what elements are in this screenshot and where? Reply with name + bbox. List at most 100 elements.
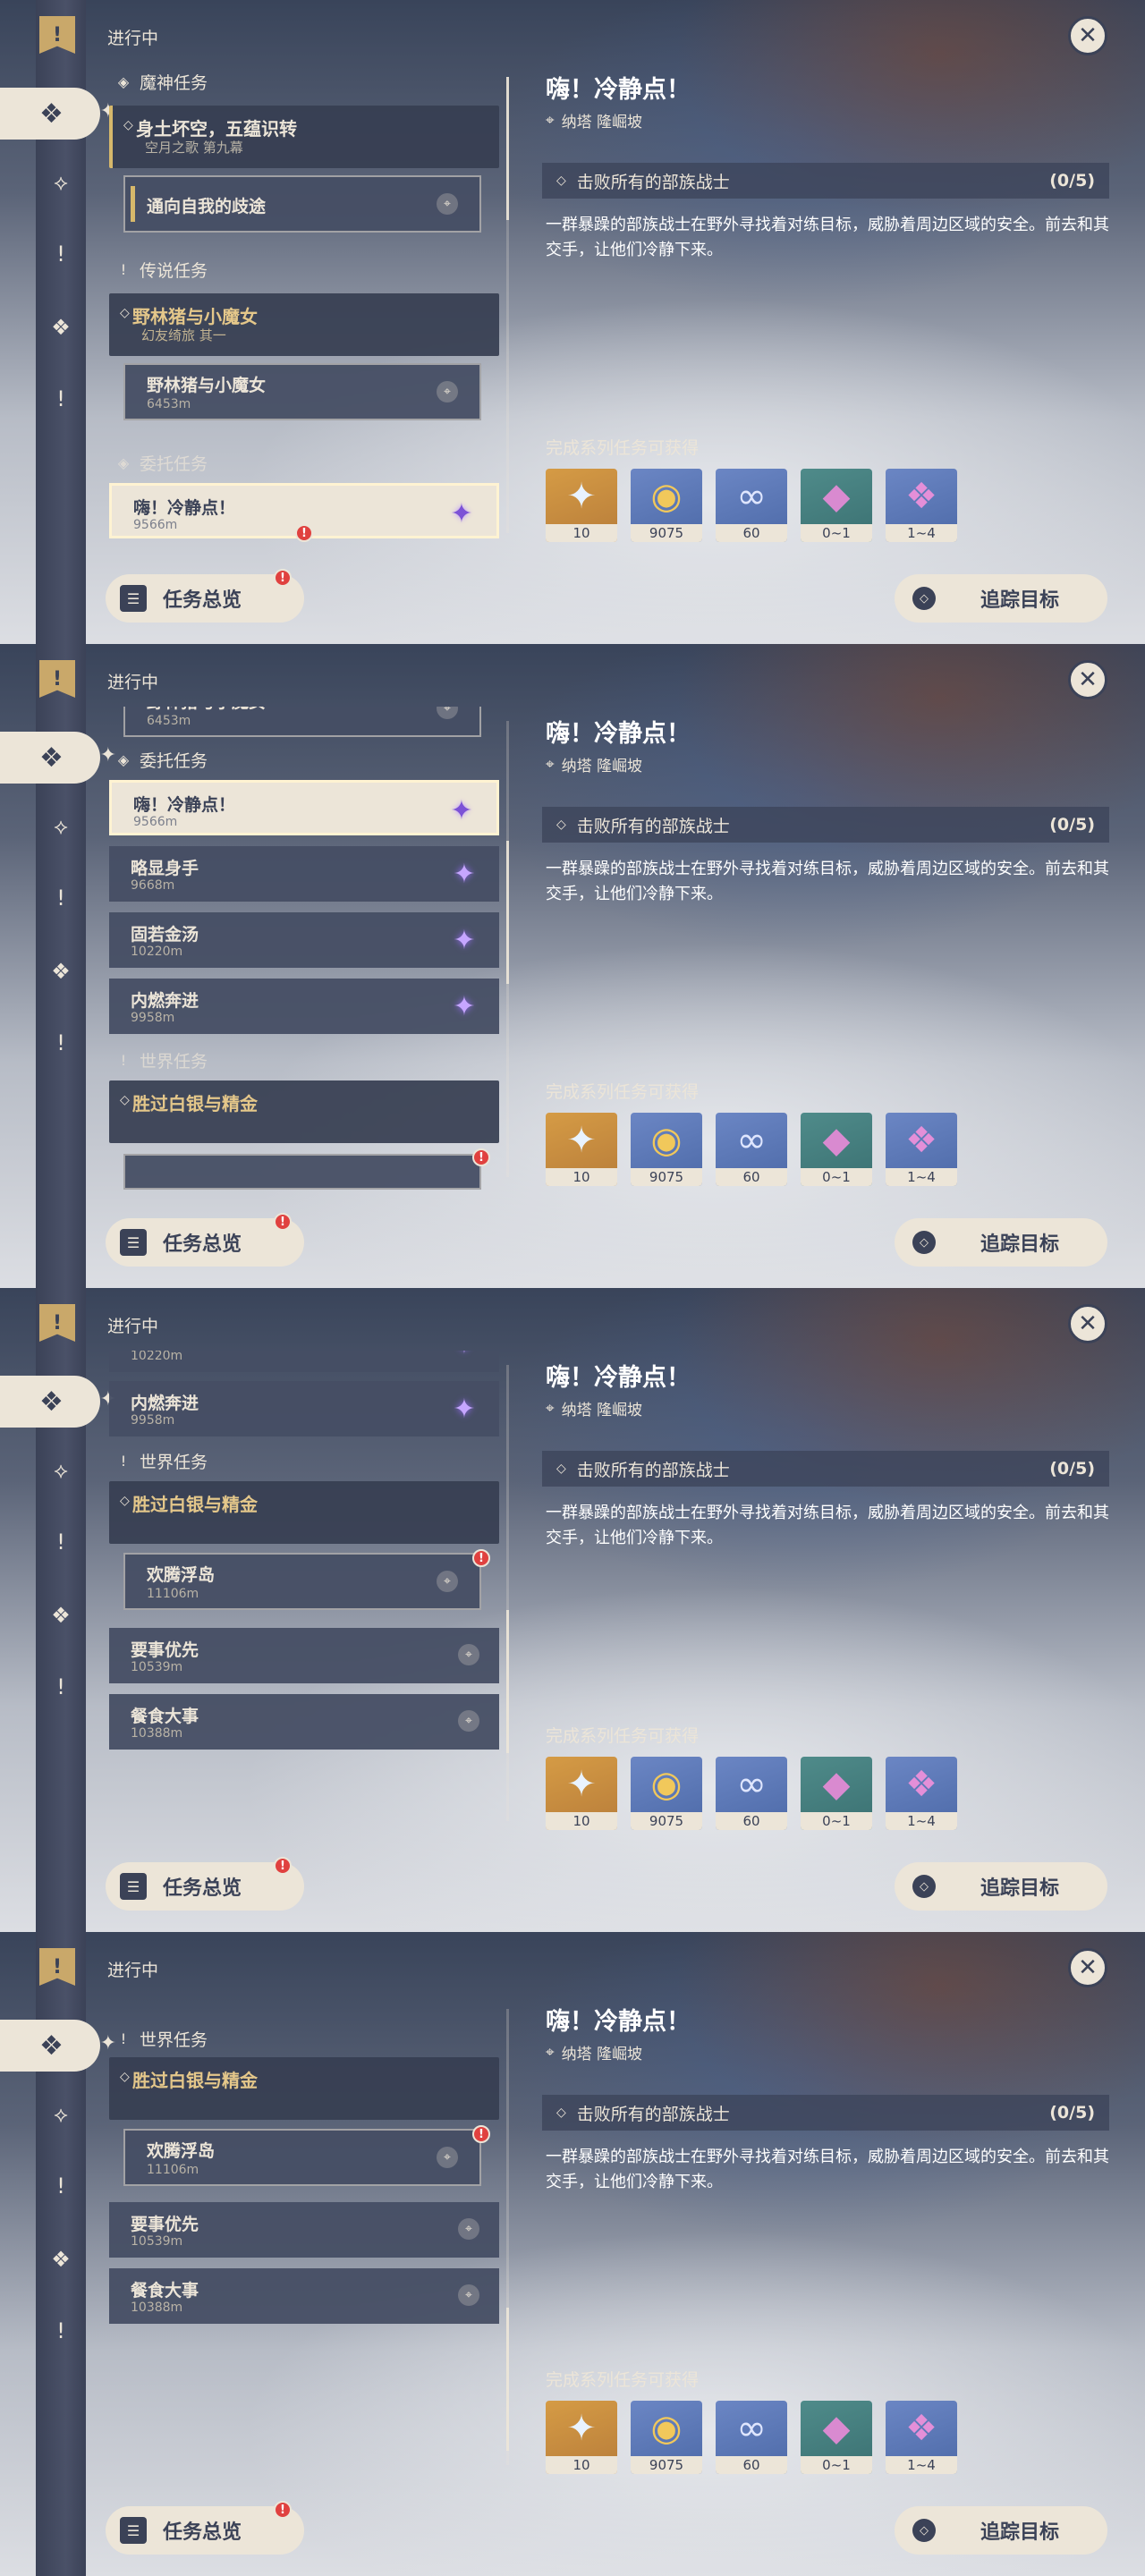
reward-adventure-exp[interactable]: ∞ 60 [716,1113,787,1186]
quest-overview-button[interactable]: ☰ 任务总览! [106,1213,304,1267]
reward-title: 完成系列任务可获得 [546,2370,700,2390]
reward-adventure-exp[interactable]: ∞ 60 [716,469,787,542]
track-target-button[interactable]: ◇ 追踪目标 [895,1218,1107,1267]
rail-tab-event[interactable]: ! [41,1023,81,1063]
close-button[interactable]: ✕ [1068,660,1107,699]
quest-step-legend[interactable]: 野林猪与小魔女 6453m ⌖ [123,707,481,737]
rail-tab-world[interactable]: ❖ [41,308,81,347]
rail-tab-event[interactable]: ! [41,1667,81,1707]
rail-tab-archon[interactable]: ⟡ [41,163,81,202]
scrollbar-thumb[interactable] [506,2308,509,2451]
rail-tab-commission[interactable]: ❖ ✦ [0,1376,116,1428]
quest-overview-button[interactable]: ☰ 任务总览! [106,569,304,623]
quest-world-main[interactable]: ◇ 胜过白银与精金 [109,1080,499,1143]
rail-tab-story[interactable]: ! [41,1522,81,1562]
rail-tab-story[interactable]: ! [41,2166,81,2206]
rail-tab-commission[interactable]: ❖ ✦ [0,88,116,140]
scrollbar-thumb[interactable] [506,1610,509,1753]
map-pin-icon[interactable]: ⌖ [437,2147,458,2168]
reward-crystal-cluster[interactable]: ❖ 1~4 [886,1113,957,1186]
quest-overview-button[interactable]: ☰ 任务总览! [106,2501,304,2555]
rail-tab-archon[interactable]: ⟡ [41,2095,81,2134]
quest-commission-3[interactable]: 固若金汤 10220m ✦ [109,1351,499,1372]
reward-primogem[interactable]: ✦ 10 [546,1757,617,1830]
crystal-cluster-icon: ❖ [905,2408,937,2449]
quest-world-main[interactable]: ◇ 胜过白银与精金 [109,1481,499,1544]
map-pin-icon[interactable]: ⌖ [437,193,458,215]
reward-primogem[interactable]: ✦ 10 [546,2401,617,2474]
rail-tab-story[interactable]: ! [41,878,81,918]
quest-world-main[interactable]: ◇ 胜过白银与精金 [109,2057,499,2120]
quest-step-legend[interactable]: 野林猪与小魔女 6453m ⌖ [123,363,481,420]
close-button[interactable]: ✕ [1068,1948,1107,1987]
quest-world-2[interactable]: 要事优先 10539m ⌖ [109,1628,499,1683]
quest-step-world[interactable] [123,1154,481,1190]
quest-commission-2[interactable]: 略显身手 9668m ✦ [109,846,499,902]
location-pin-icon: ⌖ [546,111,555,130]
rail-tab-event[interactable]: ! [41,2311,81,2351]
scrollbar-thumb[interactable] [506,841,509,984]
reward-crystal-cluster[interactable]: ❖ 1~4 [886,1757,957,1830]
quest-world-3[interactable]: 餐食大事 10388m ⌖ [109,2268,499,2324]
reward-mora[interactable]: ◉ 9075 [631,469,702,542]
reward-mora[interactable]: ◉ 9075 [631,1113,702,1186]
primogem-icon: ✦ [566,2408,597,2449]
track-target-button[interactable]: ◇ 追踪目标 [895,2506,1107,2555]
quest-list[interactable]: ! 世界任务 ◇ 胜过白银与精金 欢腾浮岛 11106m ⌖ ! 要事优先 105… [109,1995,503,2478]
map-pin-icon[interactable]: ⌖ [437,381,458,402]
close-button[interactable]: ✕ [1068,16,1107,55]
reward-crystal-cluster[interactable]: ❖ 1~4 [886,469,957,542]
rail-tab-commission[interactable]: ❖ ✦ [0,2020,116,2072]
close-button[interactable]: ✕ [1068,1304,1107,1343]
reward-adventure-exp[interactable]: ∞ 60 [716,1757,787,1830]
reward-mora[interactable]: ◉ 9075 [631,2401,702,2474]
quest-commission-1[interactable]: ▸ 嗨！冷静点！ 9566m ✦ [109,780,499,835]
quest-world-2[interactable]: 要事优先 10539m ⌖ [109,2202,499,2258]
quest-world-3[interactable]: 餐食大事 10388m ⌖ [109,1694,499,1750]
quest-archon-main[interactable]: ◇ 身土坏空，五蕴识转 空月之歌 第九幕 [109,106,499,168]
reward-primogem[interactable]: ✦ 10 [546,469,617,542]
map-pin-icon[interactable]: ⌖ [458,1644,479,1665]
rail-tab-world[interactable]: ❖ [41,952,81,991]
quest-list[interactable]: ◈ 魔神任务 ◇ 身土坏空，五蕴识转 空月之歌 第九幕 通向自我的歧途 ⌖ ! 传说… [109,63,503,546]
reward-crystal[interactable]: ◆ 0~1 [801,1113,872,1186]
quest-overview-button[interactable]: ☰ 任务总览! [106,1857,304,1911]
reward-crystal[interactable]: ◆ 0~1 [801,2401,872,2474]
scrollbar-thumb[interactable] [506,77,509,220]
track-icon: ◇ [912,1231,936,1254]
section-world: ! 世界任务 [116,2027,208,2051]
quest-commission-4[interactable]: 内燃奔进 9958m ✦ [109,979,499,1034]
quest-commission-3[interactable]: 固若金汤 10220m ✦ [109,912,499,968]
quest-list[interactable]: 野林猪与小魔女 6453m ⌖ ◈委托任务 ▸ 嗨！冷静点！ 9566m ✦ 略… [109,707,503,1190]
reward-list: ✦ 10 ◉ 9075 ∞ 60 ◆ 0~1 ❖ 1~4 [546,1757,957,1830]
commission-star-icon: ✦ [453,924,476,956]
track-target-button[interactable]: ◇ 追踪目标 [895,1862,1107,1911]
rail-tab-archon[interactable]: ⟡ [41,807,81,846]
map-pin-icon[interactable]: ⌖ [437,707,458,719]
reward-mora[interactable]: ◉ 9075 [631,1757,702,1830]
quest-step-archon[interactable]: 通向自我的歧途 ⌖ [123,175,481,233]
reward-primogem[interactable]: ✦ 10 [546,1113,617,1186]
rail-tab-story[interactable]: ! [41,234,81,274]
map-pin-icon[interactable]: ⌖ [458,1710,479,1732]
quest-list[interactable]: 固若金汤 10220m ✦ 内燃奔进 9958m ✦ !世界任务 ◇ 胜过白银与… [109,1351,503,1834]
quest-commission-4[interactable]: 内燃奔进 9958m ✦ [109,1381,499,1436]
quest-legend-main[interactable]: ◇ 野林猪与小魔女 幻友绮旅 其一 [109,293,499,356]
rail-tab-commission[interactable]: ❖ ✦ [0,732,116,784]
reward-crystal-cluster[interactable]: ❖ 1~4 [886,2401,957,2474]
reward-adventure-exp[interactable]: ∞ 60 [716,2401,787,2474]
quest-step-world[interactable]: 欢腾浮岛 11106m ⌖ [123,2129,481,2186]
map-pin-icon[interactable]: ⌖ [437,1571,458,1592]
mora-icon: ◉ [650,476,683,517]
reward-crystal[interactable]: ◆ 0~1 [801,469,872,542]
map-pin-icon[interactable]: ⌖ [458,2218,479,2240]
track-icon: ◇ [912,2519,936,2542]
rail-tab-event[interactable]: ! [41,379,81,419]
track-target-button[interactable]: ◇ 追踪目标 [895,574,1107,623]
rail-tab-world[interactable]: ❖ [41,2240,81,2279]
map-pin-icon[interactable]: ⌖ [458,2284,479,2306]
quest-step-world[interactable]: 欢腾浮岛 11106m ⌖ [123,1553,481,1610]
rail-tab-world[interactable]: ❖ [41,1596,81,1635]
reward-crystal[interactable]: ◆ 0~1 [801,1757,872,1830]
rail-tab-archon[interactable]: ⟡ [41,1451,81,1490]
